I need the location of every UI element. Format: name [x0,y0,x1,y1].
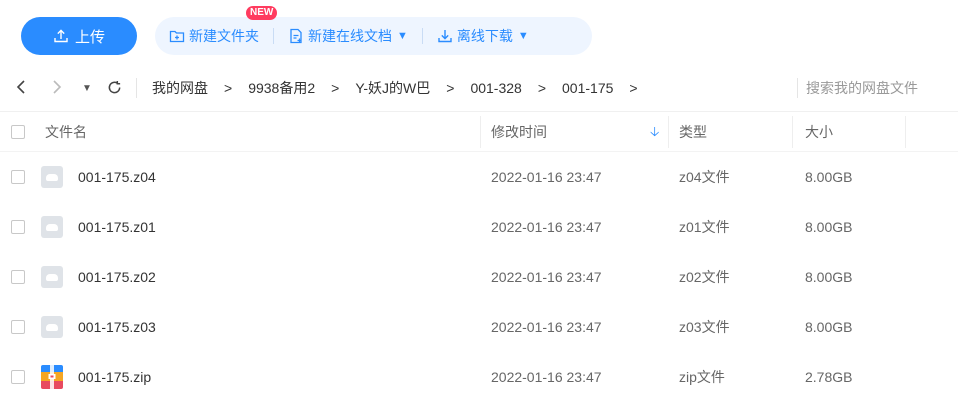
new-folder-button[interactable]: 新建文件夹 [155,17,273,55]
file-icon-cell [41,152,65,202]
nav-divider [136,78,137,98]
row-select-cell [11,352,25,402]
column-divider [792,116,793,148]
download-icon [438,30,452,43]
select-all-cell [11,112,25,152]
header-modified[interactable]: 修改时间 [491,112,547,152]
file-icon-cell [41,202,65,252]
table-row[interactable]: 001-175.z02 2022-01-16 23:47 z02文件 8.00G… [0,252,958,302]
row-checkbox[interactable] [11,170,25,184]
table-row[interactable]: 001-175.z04 2022-01-16 23:47 z04文件 8.00G… [0,152,958,202]
select-all-checkbox[interactable] [11,125,25,139]
table-row[interactable]: 001-175.z01 2022-01-16 23:47 z01文件 8.00G… [0,202,958,252]
new-online-doc-button[interactable]: 新建在线文档 ▼ [274,17,422,55]
offline-download-button[interactable]: 离线下载 ▼ [423,17,543,55]
file-size: 8.00GB [805,169,853,185]
toolbar: 上传 新建文件夹 新建在线文档 ▼ 离线下载 ▼ NEW [0,0,958,64]
upload-button[interactable]: 上传 [21,17,137,55]
row-checkbox[interactable] [11,270,25,284]
refresh-icon[interactable] [104,76,124,98]
back-arrow-icon[interactable] [12,76,30,98]
table-row[interactable]: 001-175.z03 2022-01-16 23:47 z03文件 8.00G… [0,302,958,352]
breadcrumb: 我的网盘 > 9938备用2 > Y-妖J的W巴 > 001-328 > 001… [152,64,654,112]
new-folder-icon [169,30,185,43]
breadcrumb-separator: > [537,80,547,96]
breadcrumb-item[interactable]: Y-妖J的W巴 [355,78,430,98]
file-icon-cell [41,302,65,352]
file-name[interactable]: 001-175.z03 [78,302,156,352]
file-size: 2.78GB [805,369,853,385]
file-size: 8.00GB [805,219,853,235]
sort-desc-icon[interactable]: 🡣 [650,123,659,145]
file-modified: 2022-01-16 23:47 [491,269,602,285]
row-select-cell [11,152,25,202]
breadcrumb-item[interactable]: 9938备用2 [248,78,315,98]
row-select-cell [11,252,25,302]
file-type: z03文件 [679,319,730,335]
column-divider [905,116,906,148]
row-checkbox[interactable] [11,370,25,384]
file-icon-cell [41,252,65,302]
new-online-doc-label: 新建在线文档 [308,28,392,44]
file-modified: 2022-01-16 23:47 [491,219,602,235]
upload-label: 上传 [74,28,105,46]
breadcrumb-item[interactable]: 001-328 [470,80,521,96]
breadcrumb-separator: > [331,80,340,96]
row-checkbox[interactable] [11,320,25,334]
chevron-down-icon: ▼ [517,30,529,42]
nav-bar: ▼ 我的网盘 > 9938备用2 > Y-妖J的W巴 > 001-328 > 0… [0,64,958,112]
new-badge: NEW [246,6,278,20]
search-input[interactable] [806,76,951,100]
file-icon-cell [41,352,65,402]
chevron-down-icon: ▼ [397,30,408,42]
file-table: 文件名 修改时间 🡣 类型 大小 001-175.z04 2022-01-16 … [0,112,958,402]
action-group: 新建文件夹 新建在线文档 ▼ 离线下载 ▼ [155,17,592,55]
zip-archive-icon [41,365,63,389]
row-select-cell [11,202,25,252]
search-divider [797,78,798,98]
file-modified: 2022-01-16 23:47 [491,369,602,385]
breadcrumb-separator: > [629,80,638,96]
offline-download-label: 离线下载 [456,28,513,44]
file-name[interactable]: 001-175.z01 [78,202,156,252]
file-size: 8.00GB [805,269,853,285]
row-select-cell [11,302,25,352]
table-header: 文件名 修改时间 🡣 类型 大小 [0,112,958,152]
file-size: 8.00GB [805,319,853,335]
new-folder-label: 新建文件夹 [189,28,259,44]
file-type: z04文件 [679,169,730,185]
file-icon [41,316,63,338]
breadcrumb-separator: > [446,80,455,96]
forward-arrow-icon[interactable] [48,76,66,98]
new-doc-icon [290,28,302,44]
upload-icon [54,29,68,43]
file-name[interactable]: 001-175.z04 [78,152,156,202]
row-checkbox[interactable] [11,220,25,234]
file-icon [41,166,63,188]
file-type: z01文件 [679,219,730,235]
file-name[interactable]: 001-175.zip [78,352,151,402]
table-row[interactable]: 001-175.zip 2022-01-16 23:47 zip文件 2.78G… [0,352,958,402]
header-name[interactable]: 文件名 [45,112,87,152]
file-name[interactable]: 001-175.z02 [78,252,156,302]
file-icon [41,216,63,238]
file-modified: 2022-01-16 23:47 [491,319,602,335]
header-size[interactable]: 大小 [805,112,833,152]
file-type: zip文件 [679,369,725,385]
file-icon [41,266,63,288]
column-divider [668,116,669,148]
header-type[interactable]: 类型 [679,112,707,152]
column-divider [480,116,481,148]
file-type: z02文件 [679,269,730,285]
breadcrumb-item[interactable]: 我的网盘 [152,78,208,98]
file-modified: 2022-01-16 23:47 [491,169,602,185]
breadcrumb-item[interactable]: 001-175 [562,80,613,96]
history-dropdown-icon[interactable]: ▼ [80,78,94,98]
breadcrumb-separator: > [224,80,233,96]
